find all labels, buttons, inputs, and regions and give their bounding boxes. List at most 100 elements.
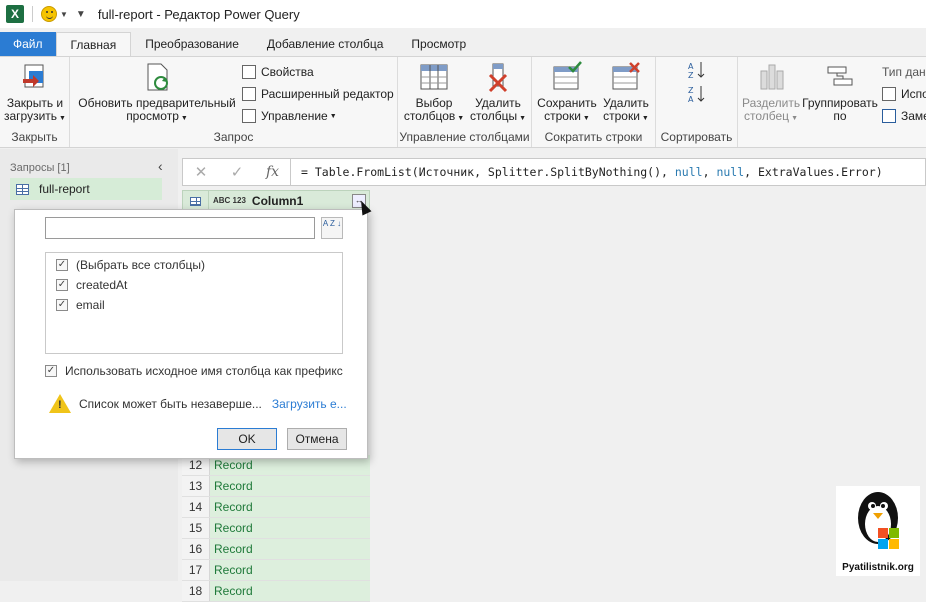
- manage-icon: [242, 109, 256, 123]
- group-close-label: Закрыть: [11, 130, 58, 144]
- keep-rows-icon: [551, 61, 583, 93]
- cancel-formula-icon[interactable]: ✕: [183, 163, 219, 181]
- checkbox[interactable]: ✓: [56, 259, 68, 271]
- option-email[interactable]: ✓ email: [56, 298, 105, 312]
- use-first-row-button[interactable]: Испо: [882, 87, 926, 101]
- row-number: 14: [182, 497, 210, 517]
- replace-values-icon: [882, 109, 896, 123]
- svg-text:Z: Z: [688, 86, 694, 95]
- feedback-smiley-icon[interactable]: [41, 6, 57, 22]
- qat-customize-icon[interactable]: ▼: [76, 9, 86, 20]
- warning-icon: !: [49, 394, 71, 413]
- excel-logo-icon: X: [6, 5, 24, 23]
- group-sort: A Z Z A Сортировать: [656, 57, 738, 147]
- sort-az-icon[interactable]: A Z ↓: [321, 217, 343, 239]
- choose-columns-icon: [418, 61, 450, 93]
- refresh-icon: [141, 61, 173, 93]
- record-link[interactable]: Record: [210, 476, 370, 496]
- formula-bar: ✕ ✓ fx = Table.FromList(Источник, Splitt…: [182, 158, 926, 186]
- close-load-icon: [19, 61, 51, 93]
- column-list: ✓ (Выбрать все столбцы) ✓ createdAt ✓ em…: [45, 252, 343, 354]
- cancel-button[interactable]: Отмена: [287, 428, 347, 450]
- column-type-icon[interactable]: [183, 191, 209, 211]
- table-row: 18 Record: [182, 581, 370, 602]
- qat-separator: [32, 6, 33, 22]
- properties-icon: [242, 65, 256, 79]
- collapse-panel-icon[interactable]: ‹: [158, 158, 163, 174]
- data-type-button[interactable]: Тип данн: [882, 65, 926, 79]
- table-row: 17 Record: [182, 560, 370, 581]
- svg-text:A: A: [688, 62, 694, 71]
- record-link[interactable]: Record: [210, 539, 370, 559]
- group-manage-columns: Выбор столбцов ▼ Удалить столбцы ▼ Управле…: [398, 57, 532, 147]
- group-by-button[interactable]: Группировать по: [800, 61, 880, 123]
- row-number: 15: [182, 518, 210, 538]
- sort-ascending-button[interactable]: A Z: [684, 61, 710, 83]
- tab-transform[interactable]: Преобразование: [131, 32, 253, 56]
- confirm-formula-icon[interactable]: ✓: [219, 163, 255, 181]
- table-row: 16 Record: [182, 539, 370, 560]
- group-sort-label: Сортировать: [660, 130, 733, 144]
- keep-rows-button[interactable]: Сохранить строки ▼: [536, 61, 598, 125]
- ok-button[interactable]: OK: [217, 428, 277, 450]
- query-item-full-report[interactable]: full-report: [10, 178, 162, 200]
- checkbox[interactable]: ✓: [56, 279, 68, 291]
- queries-title: Запросы [1]: [10, 162, 70, 174]
- load-more-link[interactable]: Загрузить е...: [272, 397, 347, 411]
- group-reduce-rows: Сохранить строки ▼ Удалить строки ▼ Сократ…: [532, 57, 656, 147]
- column-search-input[interactable]: [45, 217, 315, 239]
- tab-view[interactable]: Просмотр: [397, 32, 480, 56]
- record-link[interactable]: Record: [210, 581, 370, 601]
- smiley-dropdown-icon[interactable]: ▼: [60, 10, 68, 19]
- replace-values-button[interactable]: Заме: [882, 109, 926, 123]
- formula-input[interactable]: = Table.FromList(Источник, Splitter.Spli…: [291, 165, 883, 179]
- window-title: full-report - Редактор Power Query: [97, 6, 300, 22]
- split-column-icon: [755, 61, 787, 93]
- tab-file[interactable]: Файл: [0, 32, 56, 56]
- tab-add-column[interactable]: Добавление столбца: [253, 32, 398, 56]
- incomplete-list-warning: ! Список может быть незаверше... Загрузи…: [49, 394, 347, 413]
- row-number: 17: [182, 560, 210, 580]
- group-close: Закрыть и загрузить ▼ Закрыть: [0, 57, 70, 147]
- svg-text:A: A: [688, 95, 694, 103]
- group-transform: Разделить столбец ▼ Группировать по Тип д…: [738, 57, 926, 147]
- properties-button[interactable]: Свойства: [242, 65, 314, 79]
- record-link[interactable]: Record: [210, 560, 370, 580]
- table-row: 15 Record: [182, 518, 370, 539]
- remove-columns-button[interactable]: Удалить столбцы ▼: [468, 61, 528, 125]
- penguin-logo-icon: [858, 492, 899, 549]
- checkbox[interactable]: ✓: [56, 299, 68, 311]
- table-icon: [16, 183, 29, 195]
- sort-ascending-icon: A Z: [687, 61, 707, 80]
- option-select-all[interactable]: ✓ (Выбрать все столбцы): [56, 258, 205, 272]
- watermark-logo: Pyatilistnik.org: [836, 486, 920, 576]
- option-createdAt[interactable]: ✓ createdAt: [56, 278, 127, 292]
- record-link[interactable]: Record: [210, 497, 370, 517]
- group-reduce-rows-label: Сократить строки: [544, 130, 643, 144]
- tab-home[interactable]: Главная: [55, 32, 132, 56]
- refresh-preview-button[interactable]: Обновить предварительный просмотр ▼: [76, 61, 238, 125]
- close-load-button[interactable]: Закрыть и загрузить ▼: [4, 61, 66, 125]
- sort-descending-icon: Z A: [687, 85, 707, 104]
- ribbon: Закрыть и загрузить ▼ Закрыть Обновить пр…: [0, 56, 926, 148]
- svg-text:Z: Z: [688, 71, 694, 79]
- group-by-icon: [824, 61, 856, 93]
- use-first-row-icon: [882, 87, 896, 101]
- ribbon-tabs: Файл Главная Преобразование Добавление с…: [0, 32, 926, 56]
- prefix-option[interactable]: ✓ Использовать исходное имя столбца как …: [45, 364, 343, 378]
- remove-rows-icon: [610, 61, 642, 93]
- record-link[interactable]: Record: [210, 518, 370, 538]
- sort-descending-button[interactable]: Z A: [684, 85, 710, 107]
- manage-button[interactable]: Управление ▼: [242, 109, 337, 123]
- remove-columns-icon: [482, 61, 514, 93]
- split-column-button[interactable]: Разделить столбец ▼: [742, 61, 800, 125]
- row-number: 18: [182, 581, 210, 601]
- column-name: Column1: [251, 194, 304, 208]
- remove-rows-button[interactable]: Удалить строки ▼: [598, 61, 654, 125]
- table-row: 14 Record: [182, 497, 370, 518]
- advanced-editor-button[interactable]: Расширенный редактор: [242, 87, 394, 101]
- fx-icon[interactable]: fx: [255, 159, 291, 185]
- row-number: 13: [182, 476, 210, 496]
- prefix-checkbox[interactable]: ✓: [45, 365, 57, 377]
- choose-columns-button[interactable]: Выбор столбцов ▼: [402, 61, 466, 125]
